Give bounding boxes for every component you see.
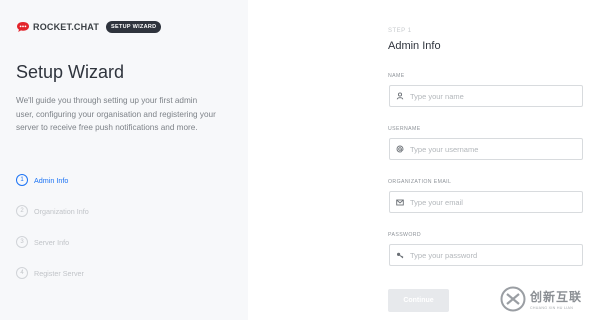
- form-panel: STEP 1 Admin Info NAME USERNAME ORGANIZA…: [248, 0, 600, 320]
- username-input[interactable]: [410, 144, 570, 154]
- step-admin-info[interactable]: 1 Admin Info: [16, 174, 68, 186]
- username-label: USERNAME: [388, 126, 421, 132]
- step-server-info[interactable]: 3 Server Info: [16, 236, 69, 248]
- email-label: ORGANIZATION EMAIL: [388, 179, 452, 185]
- step-caption: STEP 1: [388, 28, 412, 34]
- brand-row: ROCKET.CHAT SETUP WIZARD: [16, 21, 162, 33]
- email-field[interactable]: [389, 191, 583, 213]
- password-input[interactable]: [410, 250, 570, 260]
- password-label: PASSWORD: [388, 232, 422, 238]
- step-label: Organization Info: [34, 206, 89, 216]
- key-icon: [390, 251, 410, 259]
- password-field[interactable]: [389, 244, 583, 266]
- step-number: 2: [16, 205, 28, 217]
- at-sign-icon: [390, 145, 410, 153]
- watermark-cn: 创新互联: [530, 290, 583, 304]
- step-organization-info[interactable]: 2 Organization Info: [16, 205, 89, 217]
- name-label: NAME: [388, 73, 405, 79]
- step-register-server[interactable]: 4 Register Server: [16, 267, 84, 279]
- watermark: 创新互联 CHUANG XIN HU LIAN: [500, 286, 582, 312]
- step-label: Register Server: [34, 268, 84, 278]
- mail-icon: [390, 199, 410, 206]
- watermark-text: 创新互联 CHUANG XIN HU LIAN: [530, 288, 582, 310]
- continue-button[interactable]: Continue: [388, 289, 449, 312]
- name-field[interactable]: [389, 85, 583, 107]
- watermark-en: CHUANG XIN HU LIAN: [530, 306, 574, 310]
- setup-wizard-badge: SETUP WIZARD: [106, 21, 162, 33]
- form-title: Admin Info: [388, 40, 441, 52]
- watermark-logo-icon: [500, 286, 526, 312]
- step-number: 3: [16, 236, 28, 248]
- sidebar-title: Setup Wizard: [16, 62, 125, 82]
- step-number: 1: [16, 174, 28, 186]
- name-input[interactable]: [410, 91, 570, 101]
- step-number: 4: [16, 267, 28, 279]
- rocketchat-logo-icon: [17, 22, 29, 32]
- step-label: Server Info: [34, 237, 70, 247]
- step-label: Admin Info: [34, 175, 69, 185]
- email-input[interactable]: [410, 197, 570, 207]
- user-icon: [390, 92, 410, 100]
- username-field[interactable]: [389, 138, 583, 160]
- sidebar-description: We'll guide you through setting up your …: [16, 96, 216, 132]
- sidebar-panel: ROCKET.CHAT SETUP WIZARD Setup Wizard We…: [0, 0, 248, 320]
- brand-name: ROCKET.CHAT: [33, 22, 100, 32]
